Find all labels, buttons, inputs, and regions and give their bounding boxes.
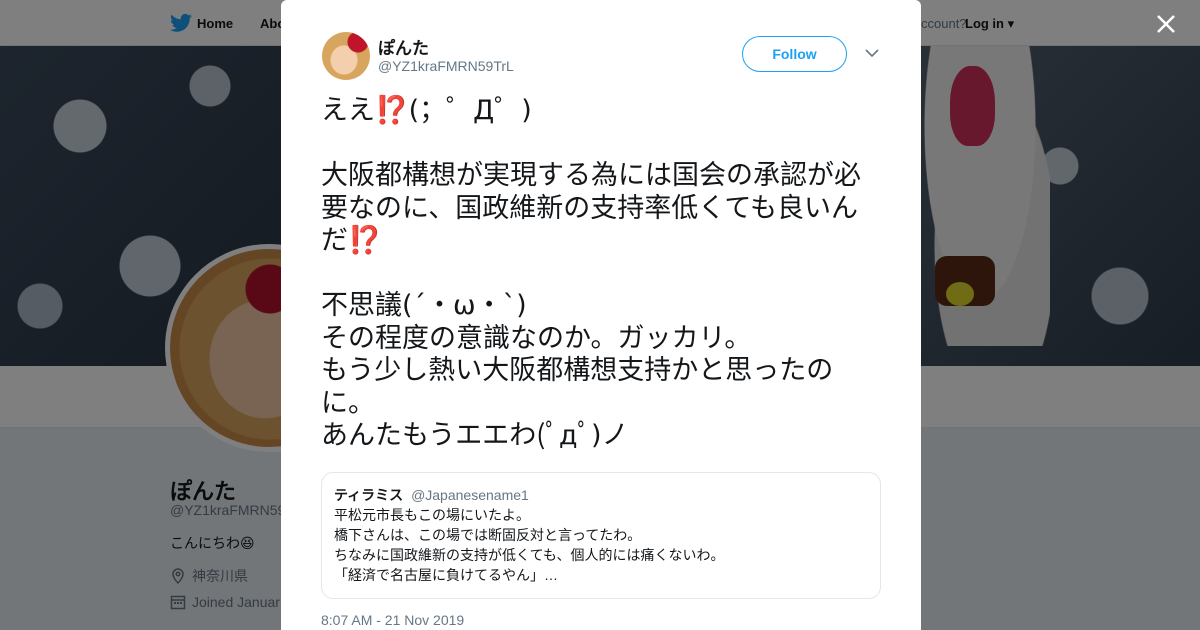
tweet-author-name[interactable]: ぽんた: [378, 34, 429, 59]
tweet-line: その程度の意識なのか。ガッカリ。: [321, 322, 752, 354]
tweet-author-avatar[interactable]: [322, 32, 370, 80]
tweet-line: もう少し熱い大阪都構想支持かと思ったの: [321, 355, 834, 386]
tweet-line: 要なのに、国政維新の支持率低くても良いん: [321, 192, 859, 224]
quoted-tweet-line: 平松元市長もこの場にいたよ。: [334, 507, 530, 523]
quoted-tweet-line: 「経済で名古屋に負けてるやん」…: [334, 567, 558, 583]
quoted-author-name: ティラミス: [334, 487, 404, 503]
tweet-line: に。: [321, 387, 375, 419]
tweet-line: だ⁉️: [321, 225, 382, 256]
chevron-down-icon[interactable]: [865, 48, 879, 58]
quoted-tweet[interactable]: ティラミス @Japanesename1 平松元市長もこの場にいたよ。 橋下さん…: [321, 472, 881, 599]
quoted-tweet-header: ティラミス @Japanesename1: [334, 485, 868, 505]
tweet-text: ええ⁉️(；゜Д゜) 大阪都構想が実現する為には国会の承認が必 要なのに、国政維…: [321, 95, 886, 453]
tweet-line: 大阪都構想が実現する為には国会の承認が必: [321, 160, 861, 191]
quoted-author-handle: @Japanesename1: [411, 487, 529, 503]
quoted-tweet-line: 橋下さんは、この場では断固反対と言ってたわ。: [334, 527, 642, 543]
follow-button[interactable]: Follow: [742, 36, 847, 72]
quoted-tweet-line: ちなみに国政維新の支持が低くても、個人的には痛くないわ。: [334, 547, 725, 563]
tweet-timestamp[interactable]: 8:07 AM - 21 Nov 2019: [321, 612, 464, 628]
tweet-author-handle[interactable]: @YZ1kraFMRN59TrL: [378, 58, 514, 74]
tweet-line: あんたもうエエわ(ﾟдﾟ)ノ: [321, 420, 629, 451]
tweet-modal: ぽんた @YZ1kraFMRN59TrL Follow ええ⁉️(；゜Д゜) 大…: [281, 0, 921, 630]
tweet-line: 不思議(´・ω・`): [321, 290, 527, 321]
tweet-line: ええ⁉️(；゜Д゜): [321, 95, 532, 126]
close-icon[interactable]: [1152, 10, 1180, 38]
